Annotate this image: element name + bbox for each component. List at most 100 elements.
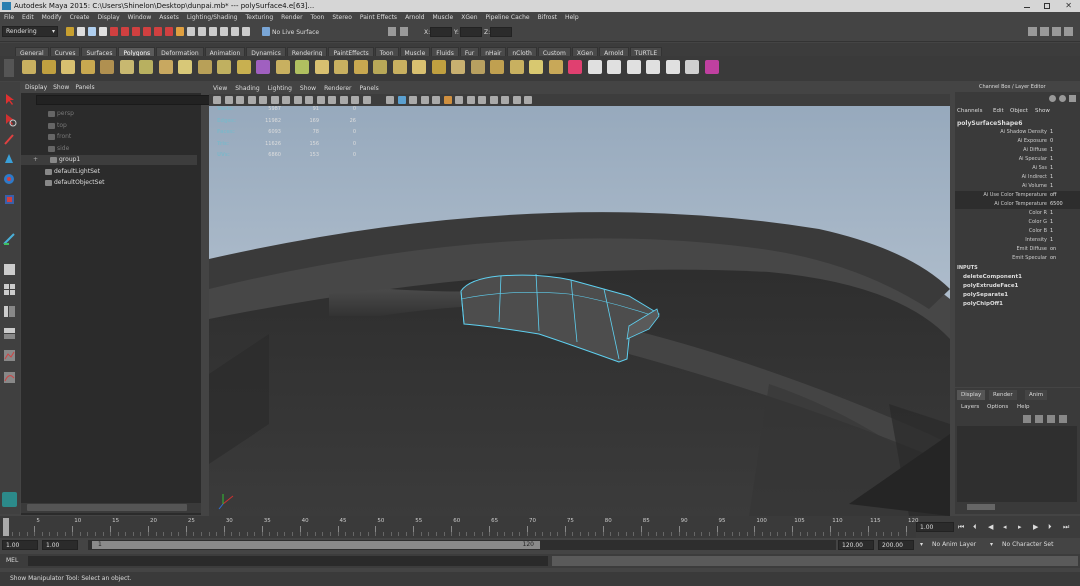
shelf-menu-icon[interactable] — [4, 59, 14, 77]
go-to-start-icon[interactable]: ⏮ — [958, 522, 964, 532]
status-tool-icon[interactable] — [121, 27, 129, 36]
menu-xgen[interactable]: XGen — [457, 12, 481, 23]
channel-attr-row[interactable]: Ai Exposure 0 — [955, 137, 1080, 146]
shelf-booleans-icon[interactable] — [314, 60, 329, 74]
outliner-item-top[interactable]: top — [21, 121, 197, 131]
safe-title-icon[interactable] — [351, 96, 359, 104]
channel-attr-value[interactable]: off — [1050, 191, 1057, 200]
new-layer-selected-icon[interactable] — [1035, 415, 1043, 423]
menu-create[interactable]: Create — [66, 12, 94, 23]
new-layer-icon[interactable] — [1023, 415, 1031, 423]
viewport-menu-view[interactable]: View — [209, 84, 231, 94]
menu-paint-effects[interactable]: Paint Effects — [356, 12, 401, 23]
bookmark-icon[interactable] — [236, 96, 244, 104]
input-node-polychipoff1[interactable]: polyChipOff1 — [963, 301, 1003, 307]
select-tool-icon[interactable] — [2, 92, 17, 107]
shelf-platonic-icon[interactable] — [236, 60, 251, 74]
status-tool-icon[interactable] — [99, 27, 107, 36]
input-node-polyextrudeface1[interactable]: polyExtrudeFace1 — [963, 283, 1018, 289]
channel-attr-value[interactable]: 1 — [1050, 218, 1053, 227]
channel-attr-value[interactable]: 1 — [1050, 227, 1053, 236]
shelf-extract-icon[interactable] — [295, 60, 309, 74]
shelf-helix-icon[interactable] — [197, 60, 212, 74]
channel-box-toggle-icon[interactable] — [1052, 27, 1061, 36]
status-tool-icon[interactable] — [132, 27, 140, 36]
grease-pencil-icon[interactable] — [270, 96, 279, 104]
viewport-menu-panels[interactable]: Panels — [355, 84, 382, 94]
channel-box-menu-edit[interactable]: Edit — [993, 108, 1004, 114]
shelf-smooth-icon[interactable] — [334, 60, 348, 74]
shelf-pipe-icon[interactable] — [178, 60, 192, 74]
attribute-icon[interactable] — [1049, 95, 1056, 102]
image-plane-icon[interactable] — [247, 96, 256, 104]
outliner-scrollbar[interactable] — [21, 503, 201, 513]
modeling-toolkit-toggle-icon[interactable] — [1064, 27, 1073, 36]
outliner-item-front[interactable]: front — [21, 132, 197, 142]
range-slider[interactable]: 1 120 — [88, 540, 836, 550]
outliner-item-defaultlightset[interactable]: defaultLightSet — [21, 167, 197, 177]
status-tool-icon[interactable] — [231, 27, 239, 36]
range-slider-handle[interactable]: 1 120 — [92, 541, 540, 549]
menu-file[interactable]: File — [0, 12, 18, 23]
outliner-menu-show[interactable]: Show — [53, 84, 69, 91]
layer-list[interactable] — [957, 426, 1077, 502]
menu-assets[interactable]: Assets — [155, 12, 183, 23]
play-forward-icon[interactable]: ▸ — [1018, 522, 1022, 532]
shadows-icon[interactable] — [432, 96, 440, 104]
channel-attr-value[interactable]: on — [1050, 245, 1056, 254]
shelf-average-icon[interactable] — [353, 60, 368, 74]
paint-select-tool-icon[interactable] — [2, 132, 17, 147]
go-to-end-icon[interactable]: ⏭ — [1063, 522, 1069, 532]
anim-layer-dropdown[interactable]: ▾ No Anim Layer — [920, 540, 988, 550]
mel-input[interactable] — [28, 556, 548, 566]
layout-four-pane-icon[interactable] — [2, 282, 17, 297]
outliner-item-group1[interactable]: + group1 — [21, 155, 197, 165]
channel-attr-row[interactable]: Ai Use Color Temperature off — [955, 191, 1080, 200]
status-tool-icon[interactable] — [66, 27, 74, 36]
layer-scrollbar[interactable] — [957, 503, 1077, 511]
z-field[interactable] — [490, 27, 512, 37]
viewport-menu-show[interactable]: Show — [296, 84, 320, 94]
status-tool-icon[interactable] — [176, 27, 184, 36]
channel-box-menu-channels[interactable]: Channels — [957, 108, 982, 114]
playback-end-field[interactable]: 120.00 — [838, 540, 874, 550]
multisample-icon[interactable] — [466, 96, 475, 104]
command-shell-icon[interactable] — [2, 492, 17, 507]
menu-stereo[interactable]: Stereo — [328, 12, 356, 23]
layer-menu-help[interactable]: Help — [1017, 402, 1030, 412]
step-back-key-icon[interactable]: ⏴ — [973, 522, 977, 532]
expand-icon[interactable]: + — [33, 155, 38, 165]
step-forward-frame-icon[interactable]: ▶ — [1033, 522, 1038, 532]
shelf-bevel-icon[interactable] — [529, 60, 543, 74]
outliner-menu-panels[interactable]: Panels — [75, 84, 94, 91]
channel-attr-value[interactable]: 1 — [1050, 146, 1053, 155]
maximize-icon[interactable] — [1044, 3, 1050, 9]
film-gate-icon[interactable] — [293, 96, 302, 104]
use-all-lights-icon[interactable] — [420, 96, 429, 104]
absolute-transform-icon[interactable] — [400, 27, 408, 36]
menu-toon[interactable]: Toon — [307, 12, 329, 23]
settings-icon[interactable] — [1059, 95, 1066, 102]
menu-help[interactable]: Help — [561, 12, 583, 23]
shelf-pyramid-icon[interactable] — [158, 60, 173, 74]
magnet-icon[interactable] — [262, 27, 270, 36]
current-frame-field[interactable]: 1.00 — [916, 522, 954, 532]
shelf-spherical-map-icon[interactable] — [646, 60, 660, 74]
select-camera-icon[interactable] — [213, 96, 221, 104]
x-field[interactable] — [430, 27, 452, 37]
channel-attr-value[interactable]: 6500 — [1050, 200, 1063, 209]
shelf-split-icon[interactable] — [470, 60, 485, 74]
xray-joints-icon[interactable] — [512, 96, 521, 104]
status-tool-icon[interactable] — [198, 27, 206, 36]
channel-attr-row[interactable]: Ai Shadow Density 1 — [955, 128, 1080, 137]
channel-attr-row[interactable]: Ai Volume 1 — [955, 182, 1080, 191]
channel-attr-value[interactable]: 1 — [1050, 128, 1053, 137]
channel-attr-value[interactable]: 1 — [1050, 155, 1053, 164]
channel-attr-row[interactable]: Color B1 — [955, 227, 1080, 236]
menu-window[interactable]: Window — [124, 12, 156, 23]
time-slider[interactable]: 1510152025303540455055606570758085909510… — [0, 516, 1080, 538]
screen-space-ao-icon[interactable] — [443, 96, 452, 104]
outliner-scroll-thumb[interactable] — [27, 504, 187, 511]
layout-hypershade-icon[interactable] — [2, 348, 17, 363]
menu-render[interactable]: Render — [277, 12, 306, 23]
